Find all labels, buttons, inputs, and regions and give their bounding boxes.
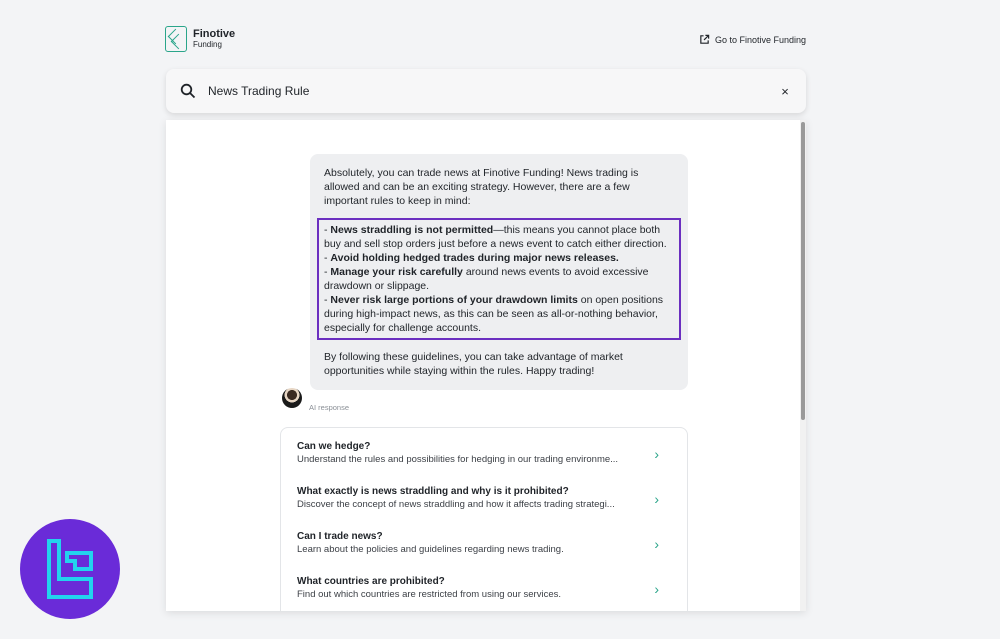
- ai-response-label: AI response: [309, 403, 350, 412]
- rule-bold: Avoid holding hedged trades during major…: [330, 252, 619, 264]
- response-intro: Absolutely, you can trade news at Finoti…: [324, 167, 639, 207]
- suggested-questions-list: Can we hedge? Understand the rules and p…: [280, 427, 688, 611]
- question-title: What exactly is news straddling and why …: [297, 486, 569, 497]
- rule-bold: Manage your risk carefully: [330, 266, 463, 278]
- response-outro: By following these guidelines, you can t…: [324, 351, 623, 377]
- chevron-right-icon: ›: [654, 536, 659, 552]
- question-description: Learn about the policies and guidelines …: [297, 544, 564, 555]
- question-description: Find out which countries are restricted …: [297, 589, 561, 600]
- search-input[interactable]: [208, 84, 778, 98]
- list-item[interactable]: What countries are prohibited? Find out …: [281, 563, 687, 608]
- question-title: Can I trade news?: [297, 531, 383, 542]
- question-description: Understand the rules and possibilities f…: [297, 454, 619, 465]
- ai-response-bubble: Absolutely, you can trade news at Finoti…: [310, 154, 688, 390]
- rule-item: - Avoid holding hedged trades during maj…: [324, 252, 619, 264]
- question-description: Discover the concept of news straddling …: [297, 499, 615, 510]
- search-bar: ×: [166, 69, 806, 113]
- list-item[interactable]: Can I trade news? Learn about the polici…: [281, 518, 687, 563]
- chevron-right-icon: ›: [654, 581, 659, 597]
- external-link-icon: [700, 34, 710, 44]
- finotive-logo-icon: [165, 26, 187, 52]
- rule-item: - Manage your risk carefully around news…: [324, 266, 649, 292]
- list-item[interactable]: Can we hedge? Understand the rules and p…: [281, 428, 687, 473]
- go-to-finotive-link[interactable]: Go to Finotive Funding: [699, 34, 806, 45]
- logo-sub: Funding: [193, 40, 222, 49]
- brand-logo-icon: [47, 539, 93, 599]
- rule-bold: News straddling is not permitted: [330, 224, 494, 236]
- search-icon: [180, 83, 196, 99]
- close-icon[interactable]: ×: [778, 84, 792, 99]
- chevron-right-icon: ›: [654, 446, 659, 462]
- brand-watermark-logo: [20, 519, 120, 619]
- news-rules-highlight: - News straddling is not permitted—this …: [317, 218, 681, 340]
- go-to-finotive-label: Go to Finotive Funding: [714, 34, 806, 45]
- logo-text: Finotive Funding: [193, 29, 235, 49]
- results-panel: Absolutely, you can trade news at Finoti…: [166, 120, 806, 611]
- avatar: [282, 388, 302, 408]
- question-title: What countries are prohibited?: [297, 576, 445, 587]
- rule-bold: Never risk large portions of your drawdo…: [330, 294, 578, 306]
- logo-name: Finotive: [193, 28, 236, 40]
- chevron-right-icon: ›: [654, 491, 659, 507]
- finotive-logo[interactable]: Finotive Funding: [165, 26, 235, 52]
- question-title: Can we hedge?: [297, 441, 371, 452]
- scrollbar[interactable]: [800, 120, 806, 611]
- rule-item: - Never risk large portions of your draw…: [324, 294, 664, 334]
- list-item[interactable]: What exactly is news straddling and why …: [281, 473, 687, 518]
- rule-item: - News straddling is not permitted—this …: [324, 224, 667, 250]
- scrollbar-thumb[interactable]: [801, 122, 805, 420]
